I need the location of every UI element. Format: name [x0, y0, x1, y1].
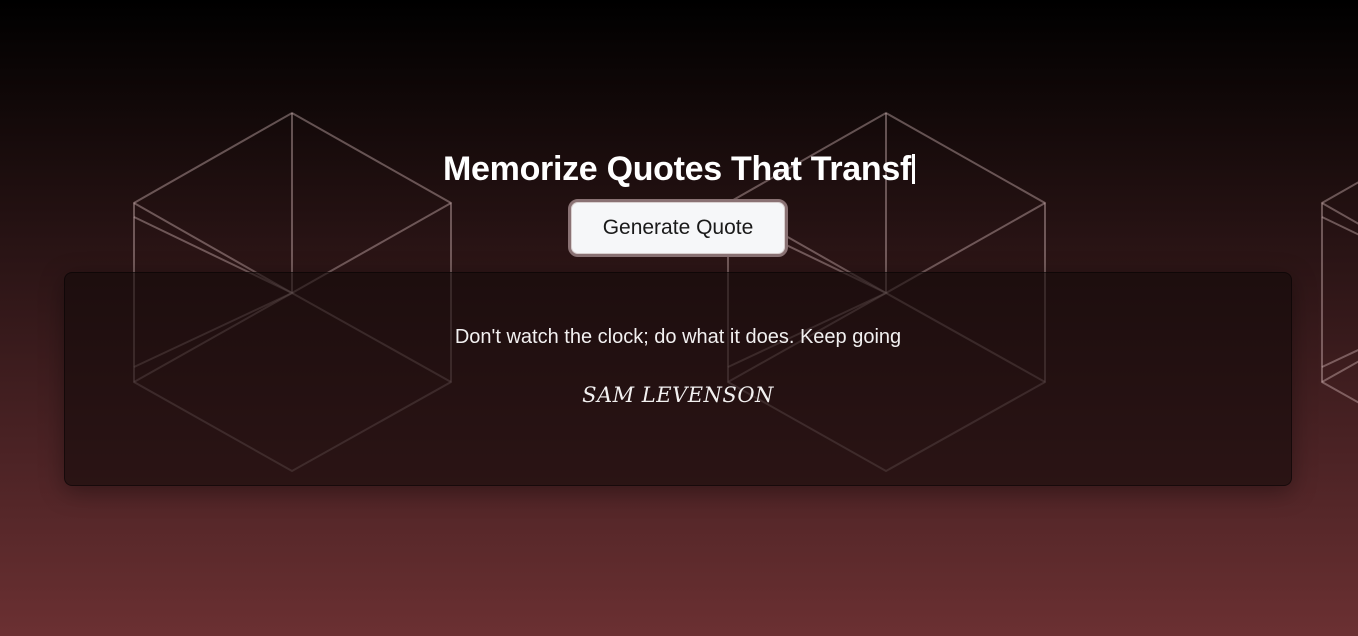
- page-title: Memorize Quotes That Transf: [0, 150, 1358, 189]
- page-title-text: Memorize Quotes That Transf: [443, 150, 911, 188]
- quote-author: SAM LEVENSON: [582, 383, 774, 407]
- quote-card: Don't watch the clock; do what it does. …: [64, 272, 1292, 486]
- quote-text: Don't watch the clock; do what it does. …: [454, 326, 902, 348]
- generate-quote-button[interactable]: Generate Quote: [568, 199, 788, 257]
- typing-caret: [911, 154, 915, 184]
